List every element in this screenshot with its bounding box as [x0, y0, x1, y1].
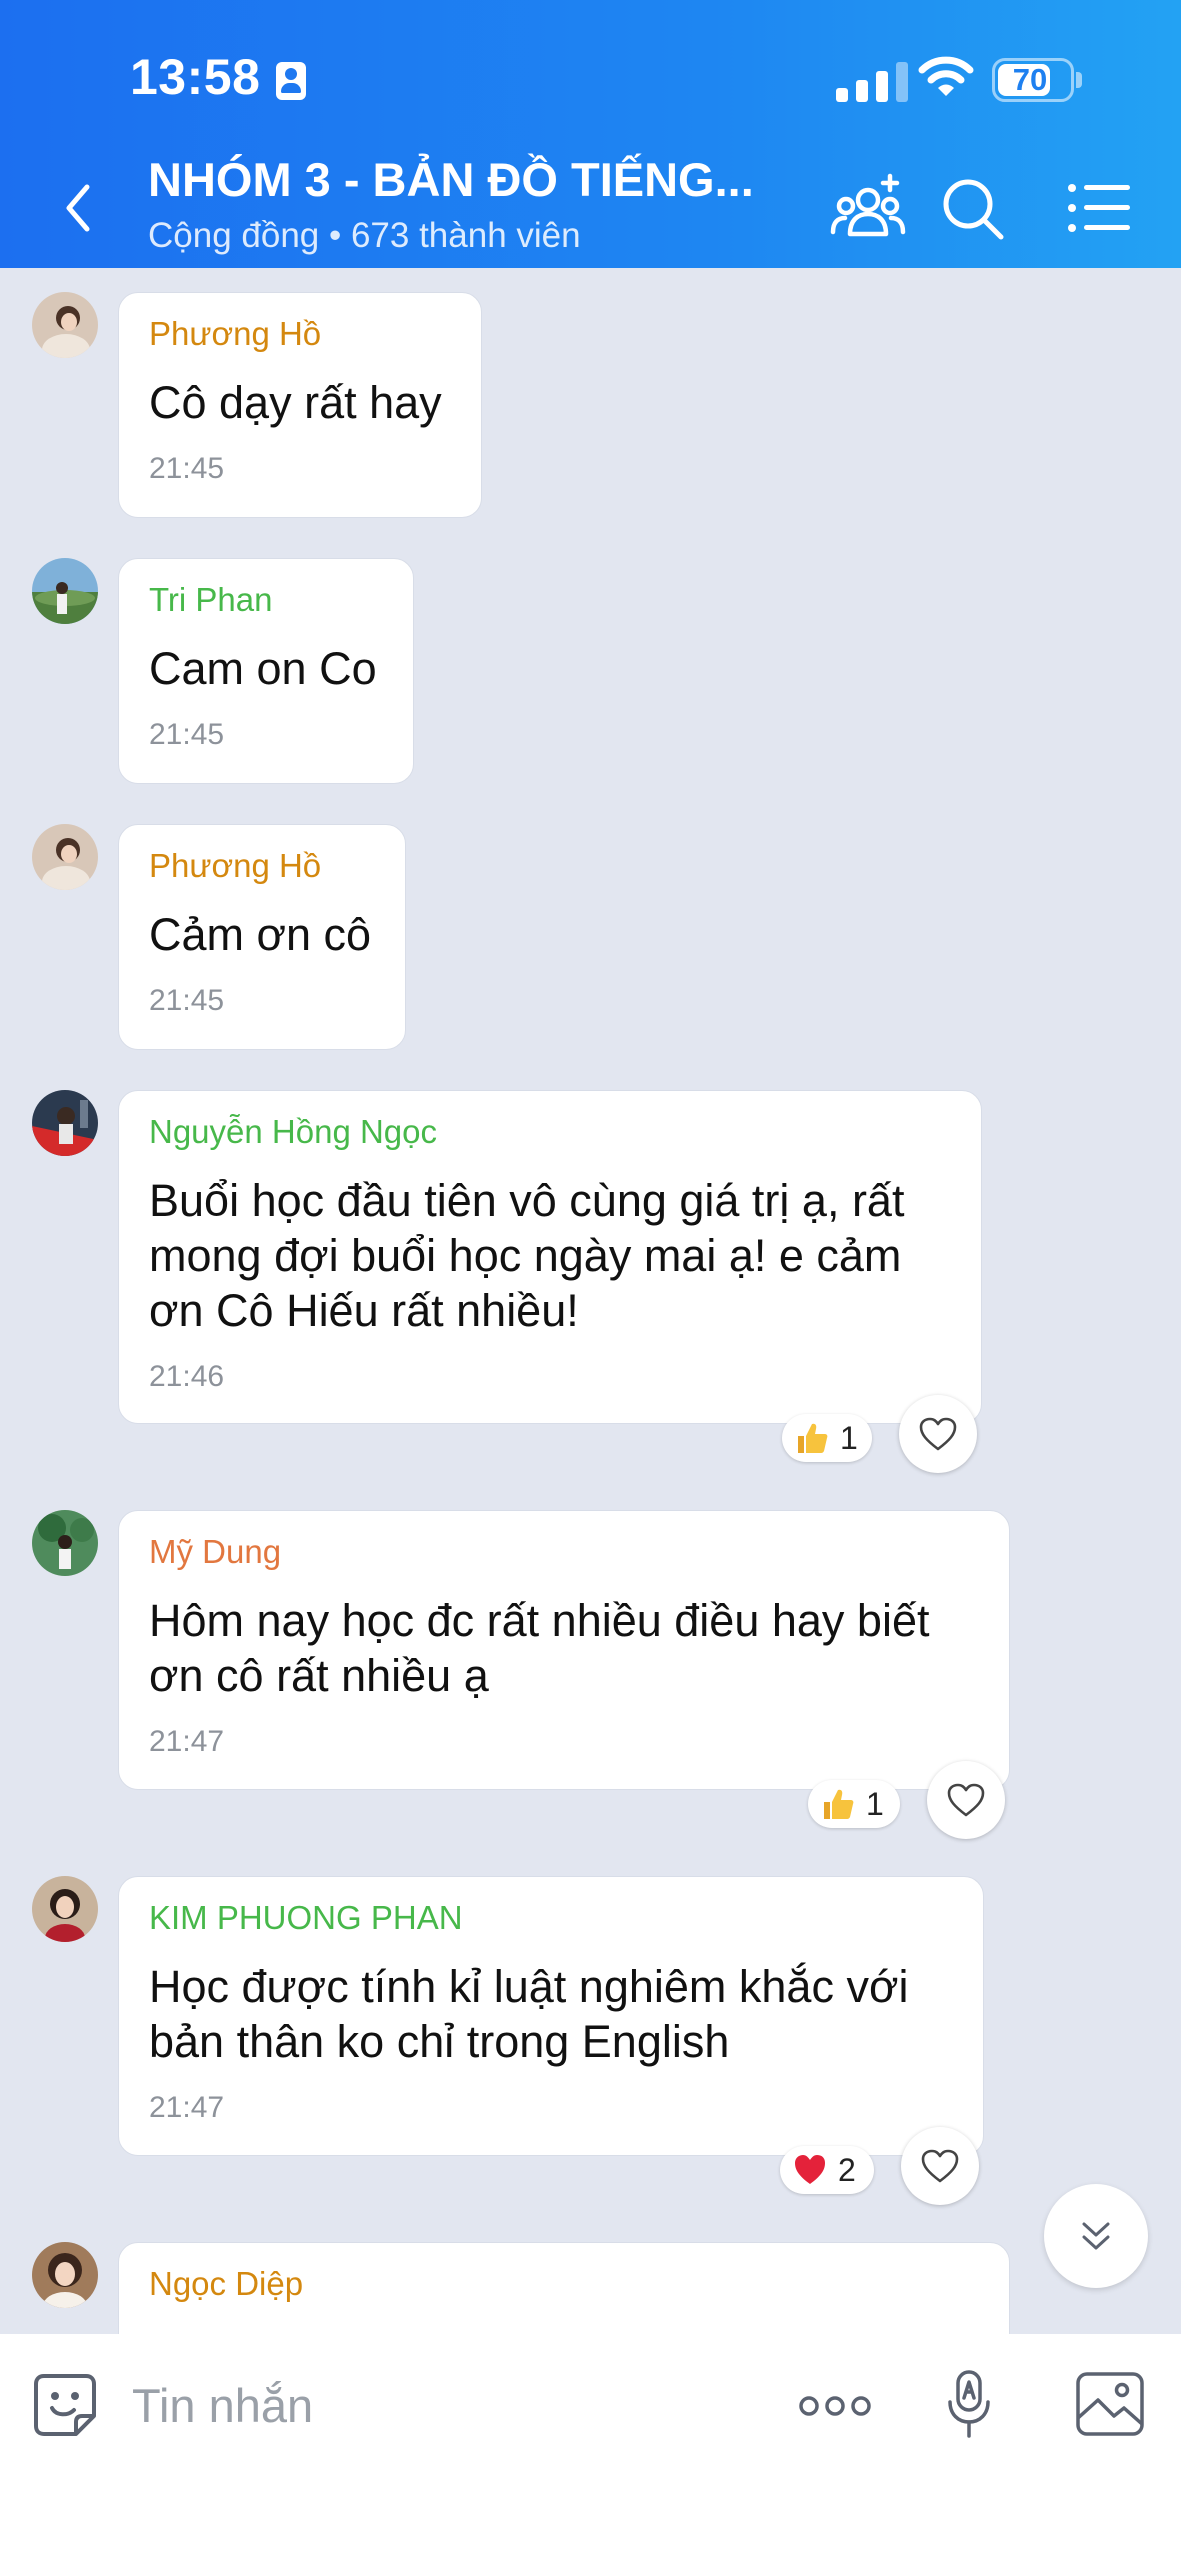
reaction-count: 1	[866, 1785, 884, 1822]
message-list[interactable]: Phương Hồ Cô dạy rất hay 21:45 Tri Phan …	[0, 268, 1181, 2334]
group-title[interactable]: NHÓM 3 - BẢN ĐỒ TIẾNG...	[148, 152, 754, 207]
message-text: Buổi học đầu tiên vô cùng giá trị ạ, rất…	[149, 1175, 905, 1336]
sender-name[interactable]: Mỹ Dung	[149, 1533, 979, 1571]
battery-tip	[1076, 72, 1082, 88]
heart-outline-icon	[919, 1417, 957, 1451]
group-subtitle: Cộng đồng • 673 thành viên	[148, 216, 581, 255]
sticker-icon[interactable]	[30, 2370, 100, 2440]
sender-name[interactable]: Phương Hồ	[149, 315, 451, 353]
reaction-badge[interactable]: 1	[782, 1414, 872, 1462]
cellular-signal-icon	[836, 60, 916, 102]
message-bubble[interactable]: Phương Hồ Cảm ơn cô 21:45	[118, 824, 406, 1050]
chat-header: 13:58 70 NHÓM 3 - BẢN ĐỒ TIẾNG... Cộng đ…	[0, 0, 1181, 268]
thumbs-up-icon	[824, 1789, 854, 1819]
avatar[interactable]	[32, 292, 98, 358]
avatar[interactable]	[32, 2242, 98, 2308]
message-input[interactable]	[130, 2364, 774, 2446]
message-text: Học được tính kỉ luật nghiêm khắc với bả…	[149, 1961, 909, 2067]
search-icon[interactable]	[935, 170, 1011, 246]
image-icon[interactable]	[1074, 2370, 1146, 2438]
heart-icon	[795, 2155, 825, 2184]
double-chevron-down-icon	[1082, 2222, 1110, 2250]
status-time: 13:58	[130, 49, 261, 105]
back-icon[interactable]	[55, 175, 105, 241]
avatar[interactable]	[32, 558, 98, 624]
like-button[interactable]	[899, 1395, 977, 1473]
menu-list-icon[interactable]	[1060, 170, 1136, 246]
message-time: 21:45	[149, 984, 225, 1017]
thumbs-up-icon	[798, 1423, 828, 1453]
message-time: 21:45	[149, 452, 225, 485]
sender-name[interactable]: Tri Phan	[149, 581, 383, 619]
scroll-to-bottom-button[interactable]	[1044, 2184, 1148, 2288]
message-text: Cảm ơn cô	[149, 909, 372, 960]
message-time: 21:47	[149, 2091, 225, 2124]
reaction-badge[interactable]: 1	[808, 1780, 900, 1828]
message-text: Hôm nay học đc rất nhiều điều hay biết ơ…	[149, 1595, 930, 1701]
sender-name[interactable]: Nguyễn Hồng Ngọc	[149, 1113, 951, 1151]
message-time: 21:46	[149, 1360, 225, 1393]
message-composer	[0, 2334, 1181, 2560]
sender-name[interactable]: Ngọc Diệp	[149, 2265, 979, 2303]
message-bubble[interactable]: Ngọc Diệp	[118, 2242, 1010, 2334]
battery-icon: 70	[992, 58, 1074, 102]
reaction-count: 2	[838, 2151, 856, 2188]
wifi-icon	[918, 56, 974, 96]
more-options-icon[interactable]	[796, 2376, 874, 2436]
message-bubble[interactable]: Phương Hồ Cô dạy rất hay 21:45	[118, 292, 482, 518]
like-button[interactable]	[927, 1761, 1005, 1839]
avatar[interactable]	[32, 1090, 98, 1156]
voice-to-text-icon[interactable]	[942, 2366, 998, 2442]
message-text: Cô dạy rất hay	[149, 377, 442, 428]
avatar[interactable]	[32, 1876, 98, 1942]
sender-name[interactable]: Phương Hồ	[149, 847, 375, 885]
avatar[interactable]	[32, 824, 98, 890]
heart-outline-icon	[921, 2149, 959, 2183]
message-time: 21:45	[149, 718, 225, 751]
sender-name[interactable]: KIM PHUONG PHAN	[149, 1899, 953, 1937]
add-member-icon[interactable]	[830, 170, 906, 246]
avatar[interactable]	[32, 1510, 98, 1576]
message-bubble[interactable]: Mỹ Dung Hôm nay học đc rất nhiều điều ha…	[118, 1510, 1010, 1790]
reaction-count: 1	[840, 1419, 858, 1456]
message-bubble[interactable]: Nguyễn Hồng Ngọc Buổi học đầu tiên vô cù…	[118, 1090, 982, 1424]
reaction-badge[interactable]: 2	[780, 2146, 874, 2194]
battery-level: 70	[1012, 62, 1048, 97]
heart-outline-icon	[947, 1783, 985, 1817]
like-button[interactable]	[901, 2127, 979, 2205]
message-bubble[interactable]: Tri Phan Cam on Co 21:45	[118, 558, 414, 784]
message-bubble[interactable]: KIM PHUONG PHAN Học được tính kỉ luật ng…	[118, 1876, 984, 2156]
message-text: Cam on Co	[149, 643, 377, 694]
focus-person-icon	[276, 62, 306, 100]
message-time: 21:47	[149, 1725, 225, 1758]
